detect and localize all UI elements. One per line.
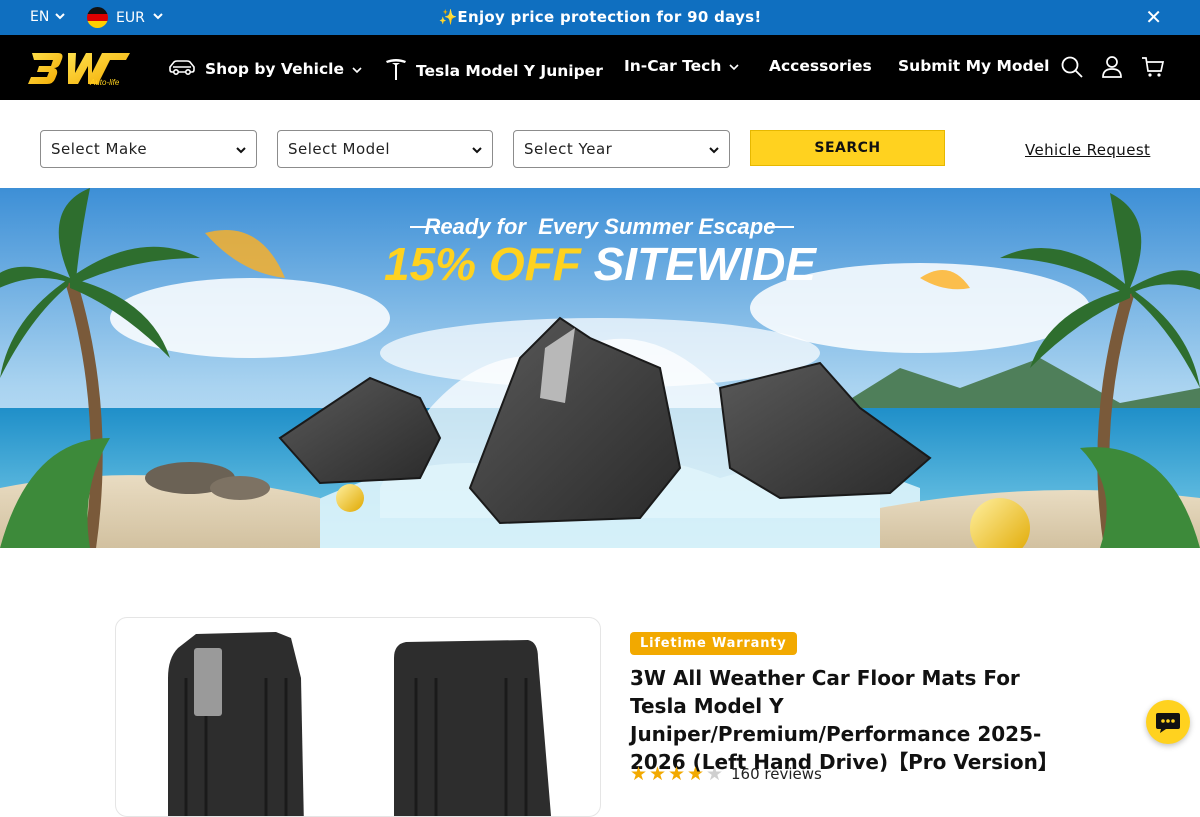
select-model-label: Select Model	[288, 140, 391, 158]
logo-subtext: Auto-life	[89, 78, 120, 87]
star-empty-icon: ★	[706, 763, 724, 785]
select-year-label: Select Year	[524, 140, 613, 158]
chevron-down-icon	[471, 142, 483, 154]
star-filled-icon: ★	[630, 763, 648, 785]
car-icon	[167, 57, 197, 81]
select-year-dropdown[interactable]: Select Year	[513, 130, 730, 168]
warranty-badge: Lifetime Warranty	[630, 632, 797, 655]
chevron-down-icon	[235, 142, 247, 154]
review-count: 160 reviews	[731, 765, 822, 783]
chevron-down-icon	[352, 60, 362, 78]
nav-label: Submit My Model	[898, 57, 1050, 75]
nav-tesla-model-y-juniper[interactable]: Tesla Model Y Juniper	[384, 57, 603, 85]
announcement-bar: EN EUR ✨Enjoy price protection for 90 da…	[0, 0, 1200, 35]
star-filled-icon: ★	[649, 763, 667, 785]
product-title[interactable]: 3W All Weather Car Floor Mats For Tesla …	[630, 664, 1060, 776]
select-make-label: Select Make	[51, 140, 148, 158]
chat-button[interactable]	[1146, 700, 1190, 744]
select-model-dropdown[interactable]: Select Model	[277, 130, 493, 168]
search-icon[interactable]	[1060, 55, 1084, 79]
nav-in-car-tech[interactable]: In-Car Tech	[624, 57, 739, 75]
close-icon[interactable]: ✕	[1145, 7, 1162, 27]
select-make-dropdown[interactable]: Select Make	[40, 130, 257, 168]
tesla-logo-icon	[384, 57, 408, 85]
product-rating[interactable]: ★ ★ ★ ★ ★ 160 reviews	[630, 764, 822, 784]
rating-stars: ★ ★ ★ ★ ★	[630, 764, 725, 784]
star-filled-icon: ★	[687, 763, 705, 785]
announcement-message: ✨Enjoy price protection for 90 days!	[438, 8, 762, 26]
vehicle-request-link[interactable]: Vehicle Request	[1025, 141, 1150, 159]
brand-logo[interactable]: Auto-life	[28, 49, 132, 87]
nav-label: Accessories	[769, 57, 872, 75]
nav-label: Tesla Model Y Juniper	[416, 62, 603, 80]
hero-offer-rest: SITEWIDE	[593, 238, 816, 290]
nav-submit-my-model[interactable]: Submit My Model	[898, 57, 1049, 75]
chevron-down-icon	[708, 142, 720, 154]
search-button[interactable]: SEARCH	[750, 130, 945, 166]
product-image[interactable]	[115, 617, 601, 817]
nav-label: Shop by Vehicle	[205, 60, 344, 78]
nav-shop-by-vehicle[interactable]: Shop by Vehicle	[167, 57, 362, 81]
nav-label: In-Car Tech	[624, 57, 722, 75]
hero-banner[interactable]: Ready for Every Summer Escape 15% OFF SI…	[0, 188, 1200, 548]
hero-offer-highlight: 15% OFF	[384, 238, 581, 290]
star-filled-icon: ★	[668, 763, 686, 785]
chat-bubble-icon	[1156, 713, 1180, 733]
hero-offer: 15% OFF SITEWIDE	[0, 236, 1200, 292]
vehicle-selector: Select Make Select Model Select Year SEA…	[0, 100, 1200, 188]
account-icon[interactable]	[1100, 55, 1124, 79]
nav-accessories[interactable]: Accessories	[769, 57, 872, 75]
chevron-down-icon	[729, 57, 739, 75]
cart-icon[interactable]	[1141, 55, 1165, 79]
site-header: Auto-life Shop by Vehicle Tesla Model Y …	[0, 35, 1200, 100]
